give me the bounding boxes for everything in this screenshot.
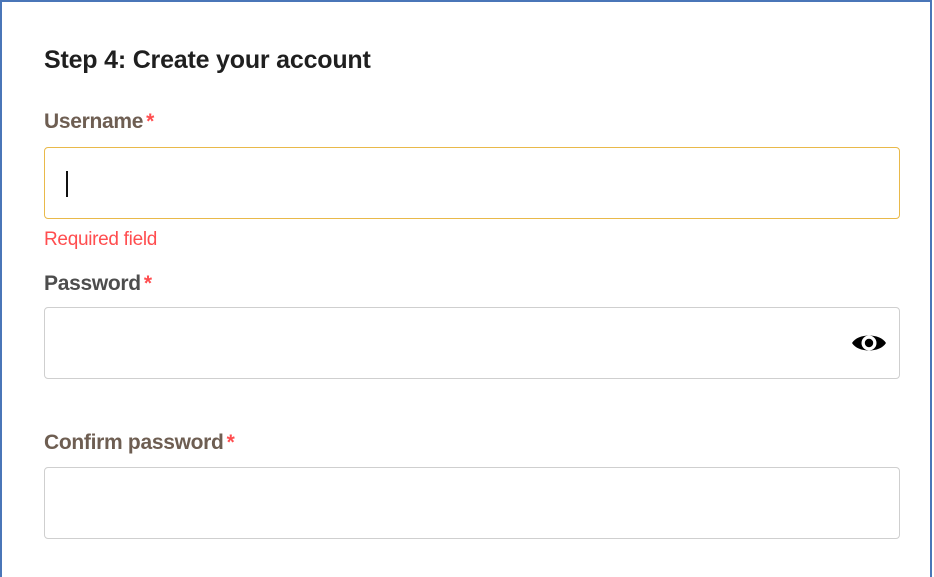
password-field[interactable]	[44, 307, 900, 379]
step-title: Step 4: Create your account	[44, 46, 371, 74]
required-asterisk: *	[143, 272, 152, 295]
confirm-password-field[interactable]	[44, 467, 900, 539]
username-field[interactable]	[44, 147, 900, 219]
confirm-password-input[interactable]	[45, 468, 899, 538]
confirm-password-label: Confirm password *	[44, 431, 235, 455]
username-label-text: Username	[44, 110, 144, 133]
password-input[interactable]	[45, 308, 839, 378]
password-label: Password *	[44, 272, 152, 296]
username-label: Username *	[44, 110, 154, 134]
confirm-password-label-text: Confirm password	[44, 431, 224, 454]
required-asterisk: *	[226, 431, 235, 454]
form-panel: Step 4: Create your account Username * Re…	[0, 0, 932, 577]
required-asterisk: *	[146, 110, 155, 133]
text-caret	[66, 171, 68, 197]
password-label-text: Password	[44, 272, 141, 295]
eye-icon[interactable]	[849, 326, 889, 360]
username-error-message: Required field	[44, 229, 158, 250]
username-input[interactable]	[45, 148, 899, 218]
